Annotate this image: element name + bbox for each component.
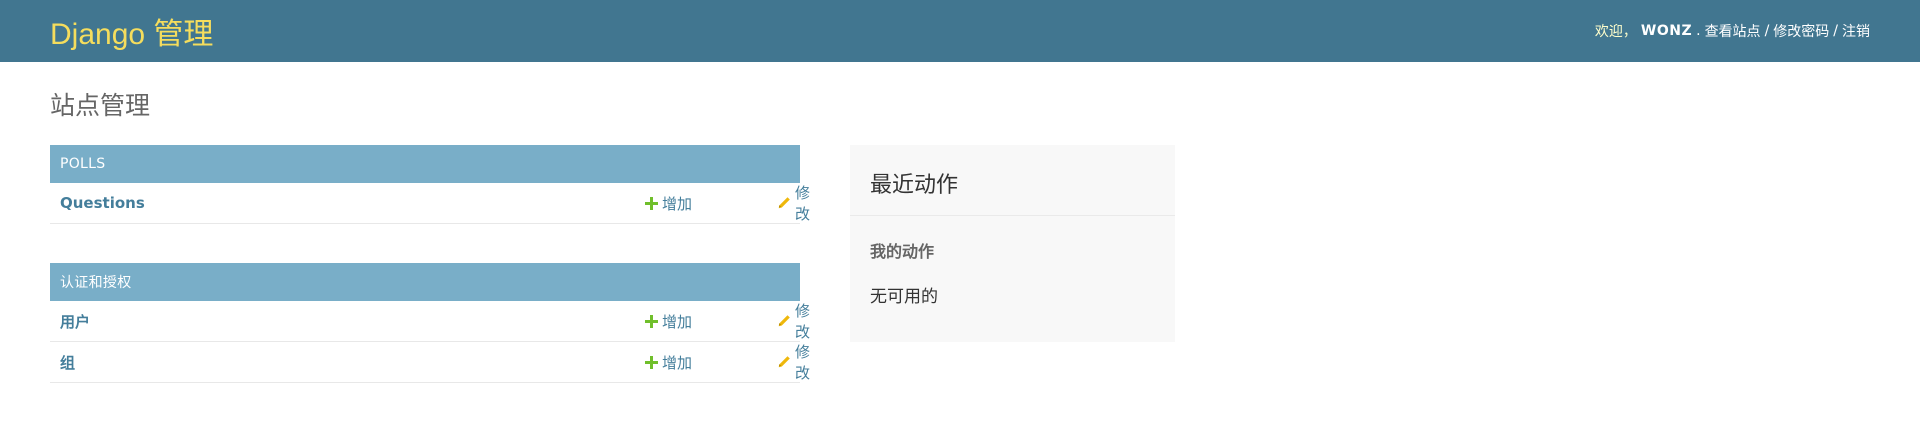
- change-link-groups[interactable]: 修改: [777, 341, 810, 383]
- module-auth: 认证和授权 用户 增加 修改 组 增加 修改: [50, 263, 810, 383]
- add-link-questions[interactable]: 增加: [644, 193, 692, 214]
- change-link-questions[interactable]: 修改: [777, 182, 810, 224]
- module-caption[interactable]: 认证和授权: [50, 263, 800, 301]
- pencil-icon: [777, 314, 791, 328]
- separator: /: [1833, 23, 1838, 39]
- change-link-users[interactable]: 修改: [777, 300, 810, 342]
- username: WONZ: [1640, 23, 1693, 39]
- header: Django 管理 欢迎， WONZ. 查看站点 / 修改密码 / 注销: [0, 0, 1920, 62]
- add-label: 增加: [662, 312, 693, 331]
- logout-link[interactable]: 注销: [1842, 21, 1870, 41]
- model-row-questions: Questions 增加 修改: [50, 183, 810, 224]
- add-label: 增加: [662, 194, 693, 213]
- change-password-link[interactable]: 修改密码: [1773, 21, 1829, 41]
- model-link-questions[interactable]: Questions: [60, 194, 145, 212]
- add-label: 增加: [662, 353, 693, 372]
- no-actions-text: 无可用的: [870, 287, 938, 307]
- plus-icon: [644, 314, 658, 328]
- plus-icon: [644, 196, 658, 210]
- plus-icon: [644, 355, 658, 369]
- model-row-groups: 组 增加 修改: [50, 342, 810, 383]
- change-label: 修改: [795, 343, 811, 382]
- user-tools: 欢迎， WONZ. 查看站点 / 修改密码 / 注销: [1594, 21, 1870, 41]
- model-link-groups[interactable]: 组: [60, 352, 75, 373]
- pencil-icon: [777, 355, 791, 369]
- pencil-icon: [777, 196, 791, 210]
- add-link-users[interactable]: 增加: [644, 311, 692, 332]
- view-site-link[interactable]: 查看站点: [1705, 21, 1761, 41]
- module-polls: POLLS Questions 增加 修改: [50, 145, 810, 224]
- welcome-text: 欢迎，: [1594, 24, 1637, 40]
- recent-actions-panel: 最近动作 我的动作 无可用的: [850, 145, 1175, 342]
- model-link-users[interactable]: 用户: [60, 311, 90, 332]
- add-link-groups[interactable]: 增加: [644, 352, 692, 373]
- separator: /: [1764, 23, 1770, 39]
- module-caption[interactable]: POLLS: [50, 145, 800, 183]
- change-label: 修改: [795, 184, 811, 223]
- my-actions-heading: 我的动作: [870, 242, 935, 261]
- site-branding[interactable]: Django 管理: [50, 9, 213, 53]
- page-title: 站点管理: [50, 91, 151, 120]
- recent-actions-title: 最近动作: [870, 173, 959, 198]
- model-row-users: 用户 增加 修改: [50, 301, 810, 342]
- change-label: 修改: [795, 302, 811, 341]
